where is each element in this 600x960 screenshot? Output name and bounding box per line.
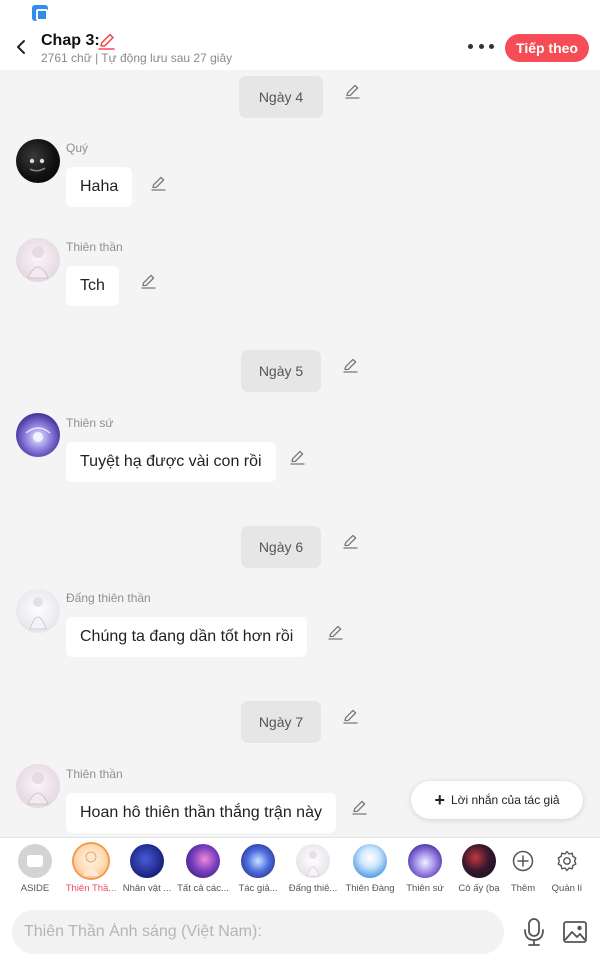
sender-name: Quý: [66, 141, 89, 155]
aside-icon: [18, 844, 52, 878]
sender-name: Thiên thần: [66, 240, 123, 254]
manage-label: Quản lí: [551, 883, 583, 894]
message-bubble[interactable]: Chúng ta đang dần tốt hơn rồi: [66, 617, 308, 657]
chat-area: Ngày 4 Quý Haha Thiên thần Tch Ngày 5 Th…: [0, 70, 600, 837]
back-icon[interactable]: [8, 34, 34, 60]
character-label: Đấng thiê...: [288, 883, 338, 894]
avatar[interactable]: [16, 413, 60, 457]
message-bubble[interactable]: Hoan hô thiên thần thắng trận này: [66, 793, 336, 833]
author-note-label: Lời nhắn của tác giả: [450, 793, 560, 807]
character-avatar: [186, 844, 220, 878]
avatar[interactable]: [16, 238, 60, 282]
pencil-icon[interactable]: [342, 707, 360, 725]
message-bubble[interactable]: Tch: [66, 266, 119, 306]
next-button[interactable]: Tiếp theo: [505, 34, 589, 62]
pencil-icon[interactable]: [342, 356, 360, 374]
more-icon[interactable]: [468, 38, 494, 54]
pencil-icon[interactable]: [342, 532, 360, 550]
message-bubble[interactable]: Tuyệt hạ được vài con rồi: [66, 442, 276, 482]
pencil-icon[interactable]: [327, 623, 345, 641]
author-note-button[interactable]: + Lời nhắn của tác giả: [411, 781, 583, 819]
character-item[interactable]: Nhân vật ...: [118, 844, 176, 900]
character-label: Thiên sứ: [406, 883, 444, 894]
pencil-icon[interactable]: [140, 272, 158, 290]
character-avatar: [130, 844, 164, 878]
pencil-icon[interactable]: [351, 798, 369, 816]
character-label: Tác giả...: [238, 883, 278, 894]
pencil-icon[interactable]: [289, 448, 307, 466]
gear-icon: [550, 844, 584, 878]
character-label: Thiên Thầ...: [65, 883, 117, 894]
image-icon[interactable]: [562, 920, 588, 944]
day-divider[interactable]: Ngày 4: [239, 76, 323, 118]
pencil-icon[interactable]: [344, 82, 362, 100]
character-label: Tất cả các...: [177, 883, 229, 894]
sender-name: Thiên sứ: [66, 416, 114, 430]
character-item[interactable]: Thiên Đàng: [341, 844, 399, 900]
character-item[interactable]: Thiên Thầ...: [62, 844, 120, 900]
sender-name: Thiên thần: [66, 767, 123, 781]
character-avatar: [241, 844, 275, 878]
character-label: Thiên Đàng: [345, 883, 395, 894]
character-item[interactable]: Thiên sứ: [396, 844, 454, 900]
avatar[interactable]: [16, 589, 60, 633]
message-bubble[interactable]: Haha: [66, 167, 133, 207]
character-aside[interactable]: ASIDE: [6, 844, 64, 900]
character-avatar: [353, 844, 387, 878]
plus-icon: +: [434, 790, 445, 810]
app-icon: [32, 5, 48, 21]
avatar[interactable]: [16, 139, 60, 183]
day-divider[interactable]: Ngày 7: [241, 701, 321, 743]
character-item[interactable]: Tác giả...: [229, 844, 287, 900]
message-input[interactable]: [12, 910, 504, 954]
character-avatar: [408, 844, 442, 878]
sender-name: Đấng thiên thần: [66, 591, 151, 605]
chapter-title[interactable]: Chap 3:: [41, 32, 100, 50]
word-count-autosave: 2761 chữ | Tự động lưu sau 27 giây: [41, 51, 233, 65]
character-label: ASIDE: [20, 883, 50, 894]
status-bar: [0, 0, 600, 26]
character-avatar: [296, 844, 330, 878]
day-divider[interactable]: Ngày 6: [241, 526, 321, 568]
input-bar: [0, 903, 600, 960]
character-selector: ASIDE Thiên Thầ... Nhân vật ... Tất cả c…: [0, 837, 600, 903]
character-label: Nhân vật ...: [122, 883, 172, 894]
pencil-icon[interactable]: [150, 174, 168, 192]
character-item[interactable]: Tất cả các...: [174, 844, 232, 900]
top-bar: Chap 3: 2761 chữ | Tự động lưu sau 27 gi…: [0, 26, 600, 70]
character-avatar: [74, 844, 108, 878]
manage-button[interactable]: Quản lí: [538, 844, 596, 900]
avatar[interactable]: [16, 764, 60, 808]
day-divider[interactable]: Ngày 5: [241, 350, 321, 392]
microphone-icon[interactable]: [522, 917, 546, 947]
character-avatar: [462, 844, 496, 878]
add-circle-icon: [506, 844, 540, 878]
character-item[interactable]: Đấng thiê...: [284, 844, 342, 900]
